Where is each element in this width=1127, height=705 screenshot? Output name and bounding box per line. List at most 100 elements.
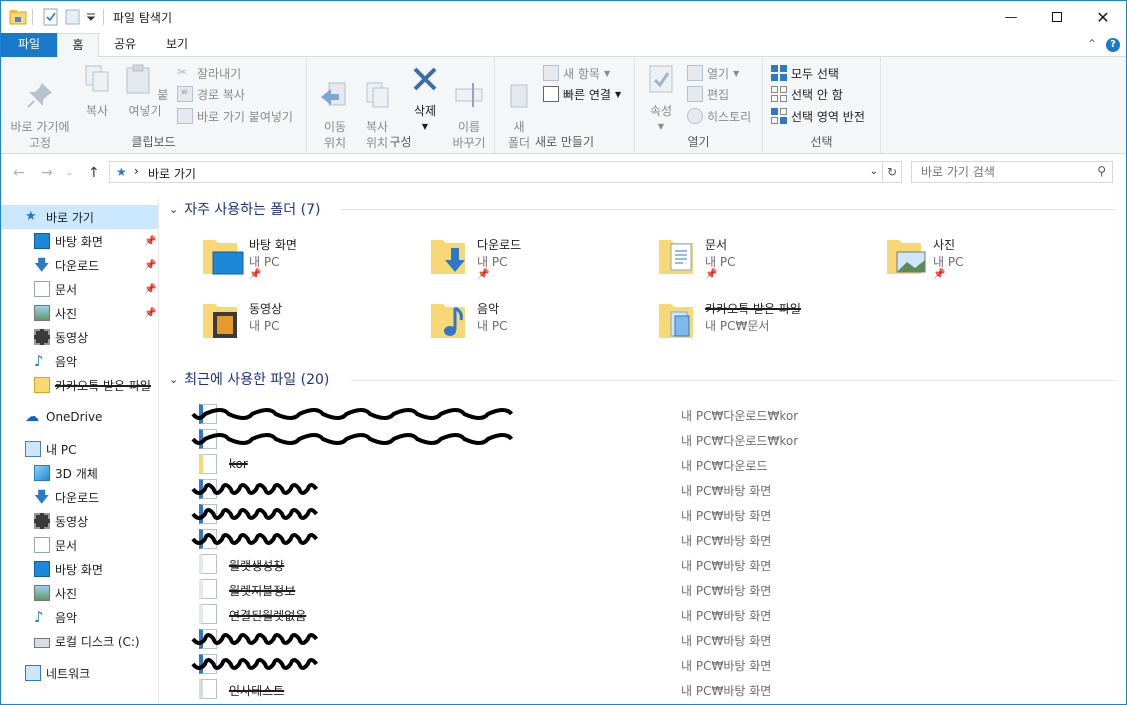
nav-documents[interactable]: 문서 📌 [1, 277, 158, 301]
cut-label: 잘라내기 [197, 66, 242, 81]
nav-pc-downloads[interactable]: 🡇 다운로드 [1, 485, 158, 509]
edit-button[interactable]: 편집 [687, 84, 729, 104]
nav-pc-documents[interactable]: 문서 [1, 533, 158, 557]
folder-music[interactable]: 음악 내 PC [429, 298, 649, 354]
recent-file-row[interactable]: 연결된월렛없음 내 PC₩바탕 화면 [199, 602, 1119, 627]
nav-videos[interactable]: 동영상 [1, 325, 158, 349]
recent-file-path: 내 PC₩다운로드 [681, 459, 768, 473]
redaction-scribble [191, 508, 319, 520]
frequent-folders-header[interactable]: ⌄ 자주 사용하는 폴더 (7) [169, 199, 320, 219]
select-group: 모두 선택 선택 안 함 선택 영역 반전 선택 [763, 57, 881, 154]
nav-music[interactable]: ♪ 음악 [1, 349, 158, 373]
nav-pc-desktop[interactable]: 바탕 화면 [1, 557, 158, 581]
file-icon [199, 554, 217, 574]
nav-onedrive[interactable]: ☁ OneDrive [1, 405, 158, 429]
clipboard-group: 바로 가기에 고정 복사 붙여넣기 ✂ 잘라내기 W· 경로 복사 바로 가기 붙여… [1, 57, 307, 154]
search-icon[interactable]: ⚲ [1097, 164, 1106, 178]
address-bar[interactable]: ★ › 바로 가기 ⌄ [109, 161, 883, 183]
delete-button[interactable]: 삭제 ▼ [405, 63, 445, 135]
breadcrumb-chevron-icon[interactable]: › [134, 164, 139, 178]
help-icon[interactable]: ? [1106, 38, 1120, 52]
nav-local-disk[interactable]: 로컬 디스크 (C:) [1, 629, 158, 653]
recent-file-name: 연결된월렛없음 [229, 609, 307, 623]
folder-downloads[interactable]: 다운로드 내 PC 📌 [429, 234, 649, 290]
new-item-button[interactable]: 새 항목 ▼ [543, 63, 610, 83]
file-icon [199, 654, 217, 674]
folder-desktop[interactable]: 바탕 화면 내 PC 📌 [201, 234, 421, 290]
folder-location: 내 PC [477, 319, 508, 333]
folder-videos[interactable]: 동영상 내 PC [201, 298, 421, 354]
tab-home[interactable]: 홈 [57, 33, 99, 58]
recent-file-row[interactable]: 인사테스트 내 PC₩바탕 화면 [199, 677, 1119, 702]
desktop-folder-icon [203, 240, 244, 275]
recent-file-row[interactable]: 내 PC₩바탕 화면 [191, 477, 1119, 502]
folder-kakaotalk[interactable]: 카카오톡 받은 파일 내 PC₩문서 [657, 298, 877, 354]
easy-access-button[interactable]: 빠른 연결 ▼ [543, 84, 621, 104]
recent-locations-icon[interactable]: ⌄ [66, 168, 74, 178]
maximize-button[interactable] [1034, 1, 1080, 33]
copy-button[interactable]: 복사 [79, 63, 115, 119]
open-button[interactable]: 열기 ▼ [687, 63, 739, 83]
nav-pc-videos[interactable]: 동영상 [1, 509, 158, 533]
nav-3d-objects[interactable]: 3D 개체 [1, 461, 158, 485]
invert-selection-button[interactable]: 선택 영역 반전 [771, 106, 865, 126]
recent-files-header[interactable]: ⌄ 최근에 사용한 파일 (20) [169, 369, 329, 389]
address-path[interactable]: 바로 가기 [148, 165, 196, 182]
nav-pc-pictures[interactable]: 사진 [1, 581, 158, 605]
paste-button[interactable]: 붙여넣기 [121, 63, 169, 119]
history-label: 히스토리 [707, 109, 752, 124]
select-all-button[interactable]: 모두 선택 [771, 63, 839, 83]
cut-button[interactable]: ✂ 잘라내기 [177, 63, 241, 83]
recent-file-row[interactable]: 월랫생성창 내 PC₩바탕 화면 [199, 552, 1119, 577]
file-icon [199, 429, 217, 449]
tab-share[interactable]: 공유 [101, 33, 149, 57]
recent-file-row[interactable]: 내 PC₩바탕 화면 [191, 627, 1119, 652]
tab-view[interactable]: 보기 [153, 33, 201, 57]
nav-quick-access[interactable]: ★ 바로 가기 [1, 205, 158, 229]
folder-documents[interactable]: 문서 내 PC 📌 [657, 234, 877, 290]
nav-this-pc[interactable]: 내 PC [1, 437, 158, 461]
title-separator [103, 9, 104, 25]
recent-file-row[interactable]: 내 PC₩바탕 화면 [191, 652, 1119, 677]
nav-downloads[interactable]: 🡇 다운로드 📌 [1, 253, 158, 277]
nav-network[interactable]: 네트워크 [1, 661, 158, 685]
nav-desktop[interactable]: 바탕 화면 📌 [1, 229, 158, 253]
search-input[interactable] [912, 162, 1087, 182]
paste-shortcut-button[interactable]: 바로 가기 붙여넣기 [177, 106, 293, 126]
customize-toolbar-icon[interactable] [86, 13, 96, 21]
history-button[interactable]: 히스토리 [687, 106, 751, 126]
recent-file-path: 내 PC₩바탕 화면 [681, 534, 772, 548]
nav-pc-music[interactable]: ♪ 음악 [1, 605, 158, 629]
properties-label: 속성 [649, 104, 673, 118]
recent-file-row[interactable]: 내 PC₩바탕 화면 [191, 527, 1119, 552]
collapse-ribbon-icon[interactable]: ⌃ [1087, 37, 1097, 51]
folder-pictures[interactable]: 사진 내 PC 📌 [885, 234, 1105, 290]
tab-file[interactable]: 파일 [1, 33, 57, 57]
nav-pictures[interactable]: 사진 📌 [1, 301, 158, 325]
minimize-button[interactable]: — [988, 1, 1034, 33]
recent-file-row[interactable]: 내 PC₩다운로드₩kor [191, 402, 1119, 427]
folder-name: 카카오톡 받은 파일 [705, 302, 801, 316]
refresh-button[interactable]: ↻ [882, 161, 902, 183]
search-box[interactable]: ⚲ [911, 161, 1113, 183]
forward-arrow-icon[interactable]: → [41, 165, 53, 181]
address-dropdown-icon[interactable]: ⌄ [870, 166, 878, 177]
properties-quick-icon[interactable] [43, 8, 59, 26]
new-folder-quick-icon[interactable] [65, 8, 81, 26]
recent-file-row[interactable]: 월렛지불정보 내 PC₩바탕 화면 [199, 577, 1119, 602]
back-arrow-icon[interactable]: ← [13, 165, 25, 181]
folder-location: 내 PC [933, 255, 964, 269]
recent-file-row[interactable]: 내 PC₩다운로드₩kor [191, 427, 1119, 452]
invert-selection-icon [771, 108, 787, 124]
recent-file-row[interactable]: 내 PC₩바탕 화면 [191, 502, 1119, 527]
close-button[interactable]: ✕ [1080, 1, 1126, 33]
properties-button[interactable]: 속성 ▼ [643, 63, 679, 135]
recent-file-row[interactable]: kor 내 PC₩다운로드 [199, 452, 1119, 477]
redaction-scribble [191, 633, 319, 645]
recent-file-path: 내 PC₩바탕 화면 [681, 484, 772, 498]
history-icon [687, 108, 703, 124]
up-arrow-icon[interactable]: ↑ [88, 165, 100, 181]
copy-path-button[interactable]: W· 경로 복사 [177, 84, 245, 104]
nav-kakaotalk[interactable]: 카카오톡 받은 파일 [1, 373, 158, 397]
select-none-button[interactable]: 선택 안 함 [771, 84, 843, 104]
